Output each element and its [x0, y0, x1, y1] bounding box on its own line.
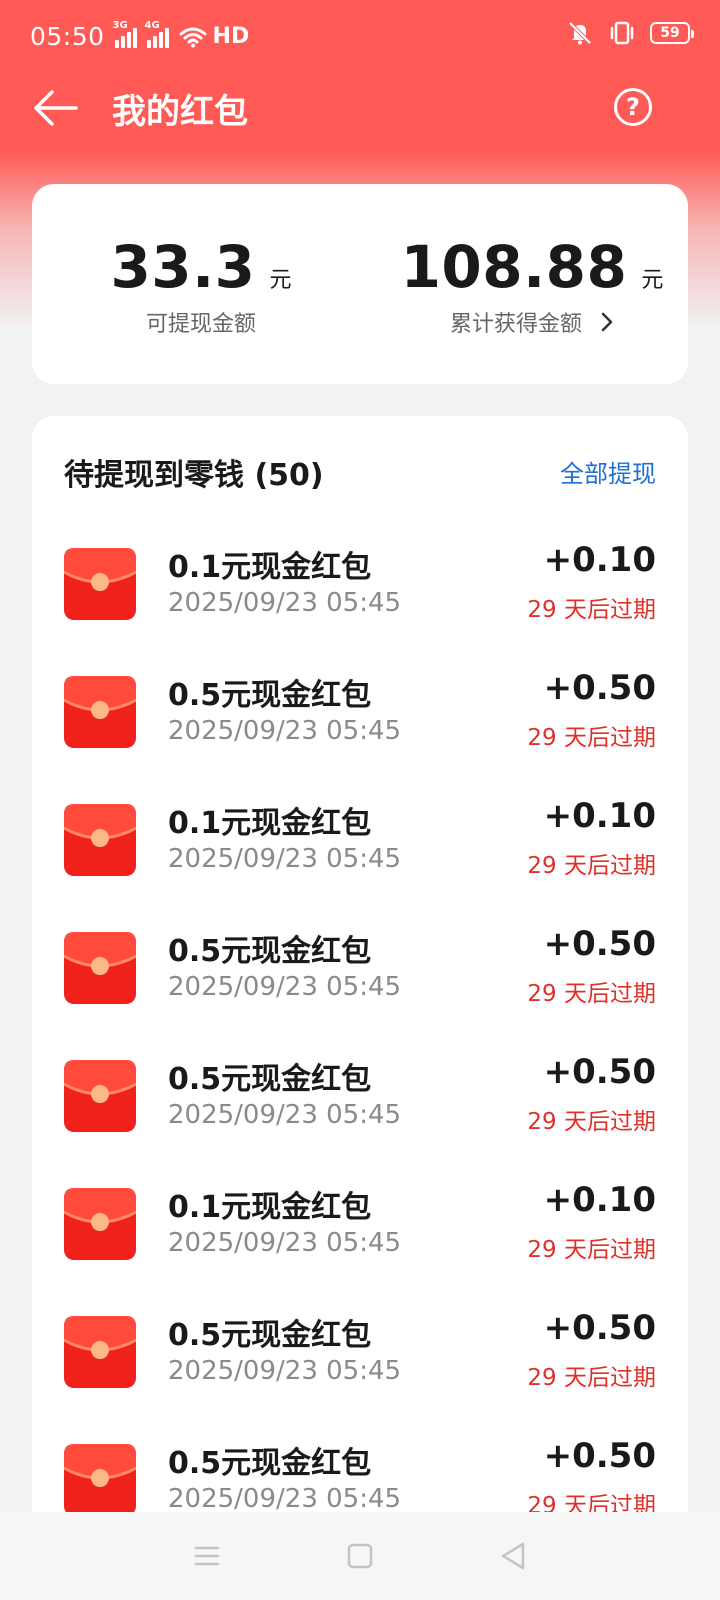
nav-bar: 我的红包 ? — [0, 72, 720, 144]
envelope-amount: +0.50 — [543, 1052, 656, 1092]
signal-icon: 4G — [145, 20, 169, 48]
hd-indicator: HD — [212, 24, 250, 49]
list-item[interactable]: 0.5元现金红包 2025/09/23 05:45 +0.50 29 天后过期 — [32, 1416, 688, 1516]
help-question-icon[interactable]: ? — [614, 88, 652, 126]
red-envelope-icon — [63, 1188, 137, 1260]
vibrate-icon — [610, 21, 634, 45]
envelope-expiry: 29 天后过期 — [527, 1365, 656, 1391]
page-title: 我的红包 — [112, 92, 248, 132]
withdraw-all-button[interactable]: 全部提现 — [560, 454, 656, 489]
envelope-title: 0.5元现金红包 — [168, 1318, 372, 1353]
signal-icon: 3G — [113, 20, 137, 48]
envelope-date: 2025/09/23 05:45 — [168, 1356, 402, 1386]
red-envelope-icon — [63, 932, 137, 1004]
red-envelope-icon — [63, 676, 137, 748]
menu-button[interactable] — [187, 1536, 227, 1576]
back-arrow-icon[interactable] — [30, 86, 80, 130]
total-earned-stat[interactable]: 108.88 元 累计获得金额 — [401, 232, 664, 338]
envelope-amount: +0.50 — [543, 1308, 656, 1348]
envelope-title: 0.5元现金红包 — [168, 678, 372, 713]
withdrawable-label: 可提现金额 — [145, 312, 256, 337]
red-envelope-icon — [63, 1316, 137, 1388]
envelope-title: 0.1元现金红包 — [168, 550, 372, 585]
list-item[interactable]: 0.1元现金红包 2025/09/23 05:45 +0.10 29 天后过期 — [32, 520, 688, 648]
envelope-amount: +0.50 — [543, 924, 656, 964]
chevron-right-icon[interactable] — [600, 311, 614, 333]
envelope-expiry: 29 天后过期 — [527, 725, 656, 751]
total-earned-label: 累计获得金额 — [449, 312, 582, 337]
envelope-date: 2025/09/23 05:45 — [168, 1484, 402, 1514]
currency-unit: 元 — [641, 268, 664, 293]
status-time: 05:50 — [30, 22, 105, 51]
back-triangle-icon — [502, 1542, 525, 1570]
envelope-title: 0.5元现金红包 — [168, 934, 372, 969]
envelope-date: 2025/09/23 05:45 — [168, 844, 402, 874]
system-navigation-bar — [0, 1512, 720, 1600]
envelope-expiry: 29 天后过期 — [527, 1237, 656, 1263]
list-item[interactable]: 0.5元现金红包 2025/09/23 05:45 +0.50 29 天后过期 — [32, 1288, 688, 1416]
red-envelope-icon — [63, 1444, 137, 1516]
envelope-title: 0.1元现金红包 — [168, 806, 372, 841]
status-bar: 05:50 3G 4G HD 59 — [0, 0, 720, 72]
red-envelope-list: 0.1元现金红包 2025/09/23 05:45 +0.10 29 天后过期 0.5元… — [32, 520, 688, 1516]
mute-bell-icon — [568, 21, 592, 45]
wifi-icon — [179, 27, 207, 47]
red-envelope-icon — [63, 804, 137, 876]
red-envelope-icon — [63, 1060, 137, 1132]
envelope-expiry: 29 天后过期 — [527, 597, 656, 623]
envelope-title: 0.5元现金红包 — [168, 1062, 372, 1097]
envelope-date: 2025/09/23 05:45 — [168, 1100, 402, 1130]
envelope-amount: +0.10 — [543, 540, 656, 580]
battery-icon: 59 — [650, 22, 694, 44]
list-item[interactable]: 0.5元现金红包 2025/09/23 05:45 +0.50 29 天后过期 — [32, 904, 688, 1032]
envelope-amount: +0.50 — [543, 1436, 656, 1476]
envelope-expiry: 29 天后过期 — [527, 1109, 656, 1135]
pending-list-card: 待提现到零钱 (50) 全部提现 0.1元现金红包 2025/09/23 05:4… — [32, 416, 688, 1516]
envelope-amount: +0.10 — [543, 796, 656, 836]
list-item[interactable]: 0.1元现金红包 2025/09/23 05:45 +0.10 29 天后过期 — [32, 1160, 688, 1288]
list-item[interactable]: 0.5元现金红包 2025/09/23 05:45 +0.50 29 天后过期 — [32, 648, 688, 776]
withdrawable-amount: 33.3 — [110, 233, 256, 301]
balance-summary-card: 33.3 元 可提现金额 108.88 元 累计获得金额 — [32, 184, 688, 384]
currency-unit: 元 — [269, 268, 292, 293]
list-header: 待提现到零钱 (50) — [64, 458, 324, 493]
home-square-icon — [347, 1543, 373, 1569]
withdrawable-stat: 33.3 元 可提现金额 — [110, 232, 291, 338]
menu-icon — [194, 1546, 219, 1566]
total-earned-amount: 108.88 — [400, 233, 628, 301]
red-envelope-icon — [63, 548, 137, 620]
envelope-date: 2025/09/23 05:45 — [168, 588, 402, 618]
envelope-expiry: 29 天后过期 — [527, 981, 656, 1007]
back-button[interactable] — [493, 1536, 533, 1576]
envelope-date: 2025/09/23 05:45 — [168, 716, 402, 746]
home-button[interactable] — [340, 1536, 380, 1576]
envelope-title: 0.1元现金红包 — [168, 1190, 372, 1225]
envelope-title: 0.5元现金红包 — [168, 1446, 372, 1481]
envelope-amount: +0.50 — [543, 668, 656, 708]
list-item[interactable]: 0.5元现金红包 2025/09/23 05:45 +0.50 29 天后过期 — [32, 1032, 688, 1160]
envelope-date: 2025/09/23 05:45 — [168, 1228, 402, 1258]
list-item[interactable]: 0.1元现金红包 2025/09/23 05:45 +0.10 29 天后过期 — [32, 776, 688, 904]
envelope-amount: +0.10 — [543, 1180, 656, 1220]
envelope-expiry: 29 天后过期 — [527, 853, 656, 879]
envelope-date: 2025/09/23 05:45 — [168, 972, 402, 1002]
